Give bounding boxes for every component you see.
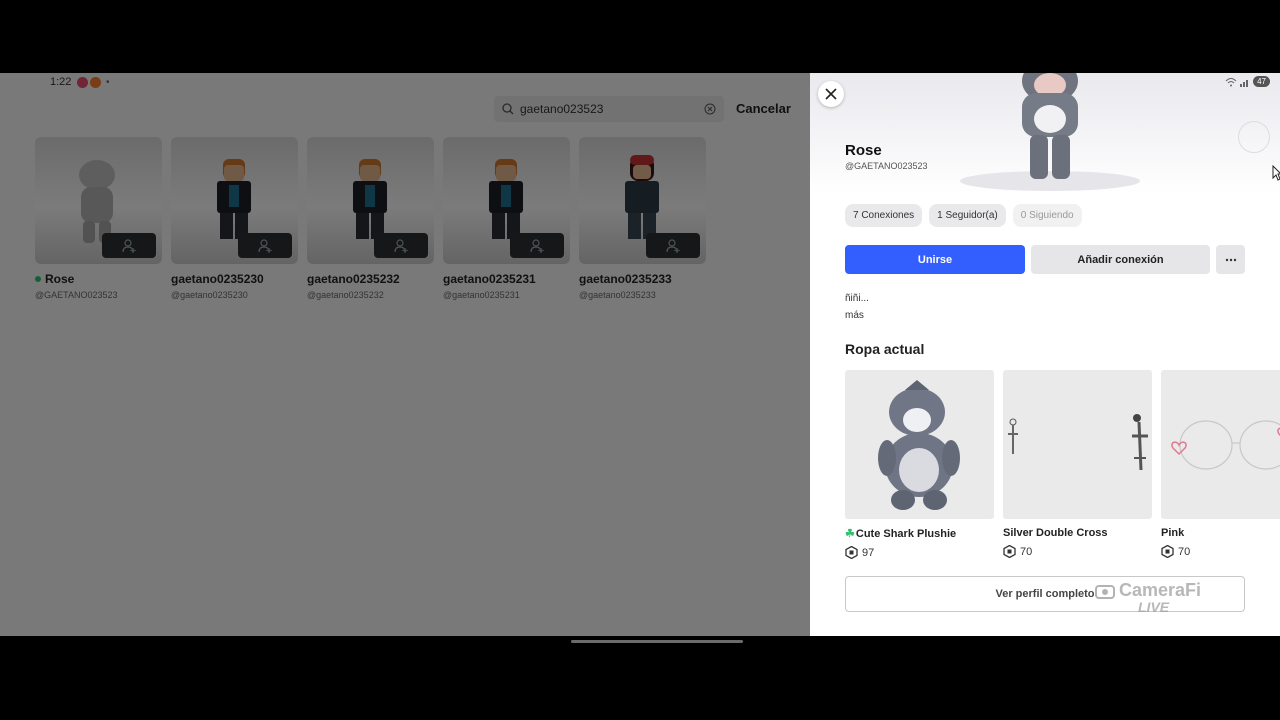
join-button[interactable]: Unirse [845,245,1025,274]
profile-avatar-banner [810,73,1280,193]
battery-indicator: 47 [1253,76,1270,87]
outfit-item[interactable]: Silver Double Cross 70 [1003,370,1152,559]
silver-cross-earrings-image [1008,414,1148,471]
item-thumbnail[interactable] [1003,370,1152,519]
wifi-icon [1225,77,1237,86]
robux-icon [1003,545,1016,558]
item-name-label: Cute Shark Plushie [855,527,957,540]
item-name[interactable]: ☘ Cute Shark Plushie [845,527,994,541]
more-options-button[interactable] [1216,245,1245,274]
item-price: 97 [845,546,994,559]
shark-plushie-image [878,380,960,510]
device-screen: 1:22 • Cancelar [0,73,1280,636]
item-price-value: 97 [862,546,875,559]
more-dots-icon [1225,258,1236,261]
following-count[interactable]: 0 Siguiendo [1012,204,1082,227]
loading-spinner-icon [1238,121,1270,153]
item-name[interactable]: Silver Double Cross [1003,527,1152,539]
profile-avatar-figure [960,73,1140,191]
close-icon [825,88,837,100]
add-connection-button[interactable]: Añadir conexión [1031,245,1210,274]
robux-icon [1161,545,1174,558]
item-price: 70 [1161,545,1280,558]
item-price: 70 [1003,545,1152,558]
outfit-item[interactable]: ☘ Cute Shark Plushie 97 [845,370,994,559]
home-indicator[interactable] [571,640,743,643]
item-name-label: Pink [1161,527,1185,539]
watermark-sub: LIVE [1138,599,1170,615]
connections-count[interactable]: 7 Conexiones [845,204,923,227]
item-price-value: 70 [1020,545,1033,558]
search-page: 1:22 • Cancelar [0,73,810,636]
watermark-brand: CameraFi [1119,580,1202,600]
followers-count[interactable]: 1 Seguidor(a) [929,204,1006,227]
modal-backdrop[interactable] [0,73,810,636]
profile-panel: 47 Rose @GAETANO023523 7 Conexiones 1 Se… [810,73,1280,636]
item-price-value: 70 [1178,545,1191,558]
close-button[interactable] [818,81,844,107]
profile-username: @GAETANO023523 [845,161,928,171]
robux-icon [845,546,858,559]
current-outfit-title: Ropa actual [845,341,925,357]
clover-icon: ☘ [845,528,855,540]
camerafi-watermark: CameraFi LIVE [1095,580,1201,615]
signal-icon [1240,79,1249,87]
item-thumbnail[interactable] [845,370,994,519]
profile-actions: Unirse Añadir conexión [845,245,1245,274]
item-thumbnail[interactable] [1161,370,1280,519]
camera-logo-icon [1095,584,1115,599]
outfit-item[interactable]: Pink 70 [1161,370,1280,559]
item-name-label: Silver Double Cross [1003,527,1108,539]
profile-bio: ñiñi... [845,293,869,304]
outfit-items: ☘ Cute Shark Plushie 97 Silver Double Cr… [845,370,1280,559]
status-bar-right: 47 [1225,76,1270,87]
item-name[interactable]: Pink [1161,527,1280,539]
mouse-cursor-icon [1272,165,1280,181]
pink-glasses-image [1171,420,1280,470]
bio-more-link[interactable]: más [845,310,864,321]
profile-display-name: Rose [845,142,882,159]
profile-stats: 7 Conexiones 1 Seguidor(a) 0 Siguiendo [845,204,1082,227]
